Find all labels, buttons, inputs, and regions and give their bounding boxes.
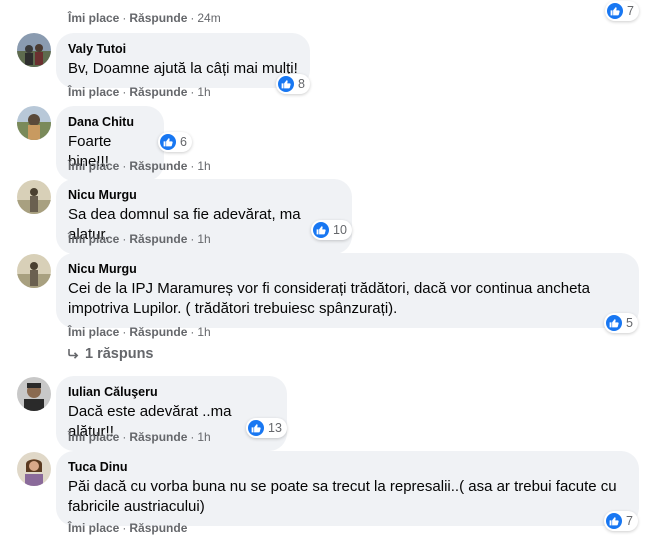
comment-actions: Îmi place · Răspunde · 24m bbox=[68, 11, 221, 25]
comment-author[interactable]: Iulian Căluşeru bbox=[68, 384, 275, 400]
comment-bubble: Nicu Murgu Cei de la IPJ Maramureș vor f… bbox=[56, 253, 639, 328]
reaction-count[interactable]: 6 bbox=[158, 132, 192, 152]
comment-time[interactable]: 1h bbox=[197, 85, 210, 99]
reply-action[interactable]: Răspunde bbox=[129, 159, 187, 173]
comment-text: Păi dacă cu vorba buna nu se poate sa tr… bbox=[68, 478, 617, 515]
reply-action[interactable]: Răspunde bbox=[129, 325, 187, 339]
like-action[interactable]: Îmi place bbox=[68, 159, 119, 173]
reply-action[interactable]: Răspunde bbox=[129, 521, 187, 535]
like-icon bbox=[278, 76, 294, 92]
comment-author[interactable]: Nicu Murgu bbox=[68, 261, 627, 277]
like-action[interactable]: Îmi place bbox=[68, 232, 119, 246]
comment-time[interactable]: 1h bbox=[197, 232, 210, 246]
reaction-count[interactable]: 10 bbox=[311, 220, 352, 240]
comment-bubble: Valy Tutoi Bv, Doamne ajută la câți mai … bbox=[56, 33, 310, 88]
comment-time[interactable]: 1h bbox=[197, 325, 210, 339]
reply-arrow-icon bbox=[67, 348, 79, 360]
comment-actions: Îmi place · Răspunde bbox=[68, 521, 188, 535]
reaction-count[interactable]: 8 bbox=[276, 74, 310, 94]
comment-actions: Îmi place · Răspunde · 1h bbox=[68, 430, 211, 444]
like-icon bbox=[160, 134, 176, 150]
comment-author[interactable]: Tuca Dinu bbox=[68, 459, 627, 475]
like-action[interactable]: Îmi place bbox=[68, 430, 119, 444]
comment-actions: Îmi place · Răspunde · 1h bbox=[68, 232, 211, 246]
comment-text: Cei de la IPJ Maramureș vor fi considera… bbox=[68, 280, 590, 317]
like-action[interactable]: Îmi place bbox=[68, 85, 119, 99]
comment-time[interactable]: 1h bbox=[197, 159, 210, 173]
avatar[interactable] bbox=[17, 254, 51, 288]
like-icon bbox=[248, 420, 264, 436]
reply-action[interactable]: Răspunde bbox=[129, 85, 187, 99]
comment-author[interactable]: Dana Chitu bbox=[68, 114, 152, 130]
avatar[interactable] bbox=[17, 106, 51, 140]
reaction-count[interactable]: 7 bbox=[604, 511, 638, 531]
reaction-count[interactable]: 5 bbox=[604, 313, 638, 333]
comment-actions: Îmi place · Răspunde · 1h bbox=[68, 85, 211, 99]
like-icon bbox=[313, 222, 329, 238]
avatar[interactable] bbox=[17, 33, 51, 67]
comment-author[interactable]: Valy Tutoi bbox=[68, 41, 298, 57]
comment-actions: Îmi place · Răspunde · 1h bbox=[68, 159, 211, 173]
like-action[interactable]: Îmi place bbox=[68, 11, 119, 25]
reply-action[interactable]: Răspunde bbox=[129, 232, 187, 246]
like-icon bbox=[606, 315, 622, 331]
reply-action[interactable]: Răspunde bbox=[129, 430, 187, 444]
reaction-count[interactable]: 13 bbox=[246, 418, 287, 438]
avatar[interactable] bbox=[17, 180, 51, 214]
comment-time[interactable]: 24m bbox=[197, 11, 220, 25]
like-action[interactable]: Îmi place bbox=[68, 325, 119, 339]
comment-author[interactable]: Nicu Murgu bbox=[68, 187, 340, 203]
comment-actions: Îmi place · Răspunde · 1h bbox=[68, 325, 211, 339]
avatar[interactable] bbox=[17, 377, 51, 411]
like-icon bbox=[606, 513, 622, 529]
like-action[interactable]: Îmi place bbox=[68, 521, 119, 535]
like-icon bbox=[607, 3, 623, 19]
comment-bubble: Tuca Dinu Păi dacă cu vorba buna nu se p… bbox=[56, 451, 639, 526]
comment-text: Bv, Doamne ajută la câți mai mulți! bbox=[68, 60, 298, 77]
avatar[interactable] bbox=[17, 452, 51, 486]
comment-time[interactable]: 1h bbox=[197, 430, 210, 444]
reaction-count[interactable]: 7 bbox=[605, 1, 639, 21]
reply-action[interactable]: Răspunde bbox=[129, 11, 187, 25]
view-replies-link[interactable]: 1 răspuns bbox=[67, 346, 154, 362]
